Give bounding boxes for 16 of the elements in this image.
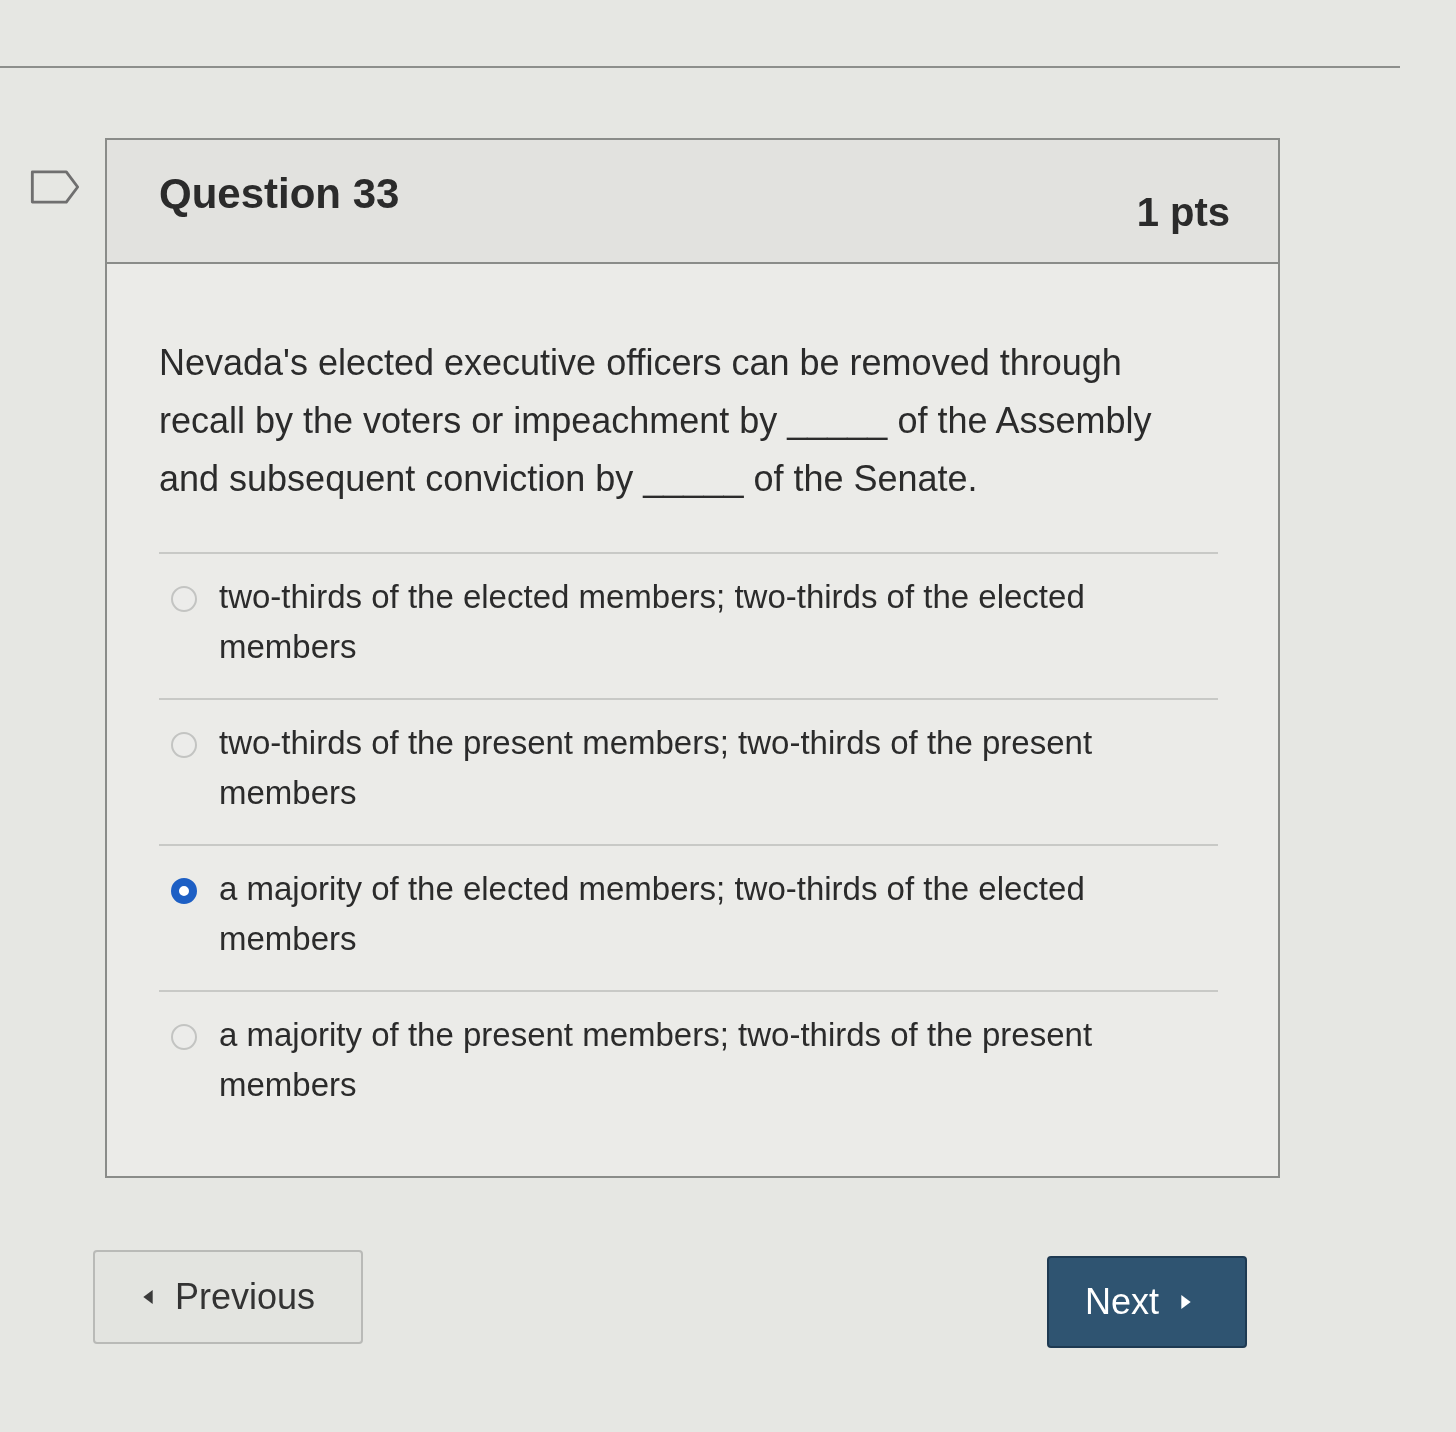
- radio-button[interactable]: [171, 586, 197, 612]
- answer-label[interactable]: a majority of the present members; two-thirds of the present members: [219, 1010, 1199, 1110]
- answer-label[interactable]: a majority of the elected members; two-thirds of the elected members: [219, 864, 1199, 964]
- question-text: Nevada's elected executive officers can be removed through recall by the voters or impeachment by _____ of the Assembly and subsequent conviction by _____ of the Senate.: [159, 341, 1153, 501]
- radio-button[interactable]: [171, 732, 197, 758]
- bookmark-flag-icon[interactable]: [30, 170, 80, 204]
- caret-right-icon: [1181, 1295, 1192, 1309]
- points-label: 1 pts: [1136, 190, 1230, 235]
- answer-label[interactable]: two-thirds of the elected members; two-thirds of the elected members: [219, 572, 1199, 672]
- radio-button[interactable]: [171, 878, 197, 904]
- caret-left-icon: [143, 1290, 153, 1304]
- question-title: Question 33: [159, 170, 400, 218]
- answer-label[interactable]: two-thirds of the present members; two-thirds of the present members: [219, 718, 1199, 818]
- previous-button[interactable]: Previous: [93, 1250, 363, 1344]
- radio-button[interactable]: [171, 1024, 197, 1050]
- next-button[interactable]: Next: [1047, 1256, 1247, 1348]
